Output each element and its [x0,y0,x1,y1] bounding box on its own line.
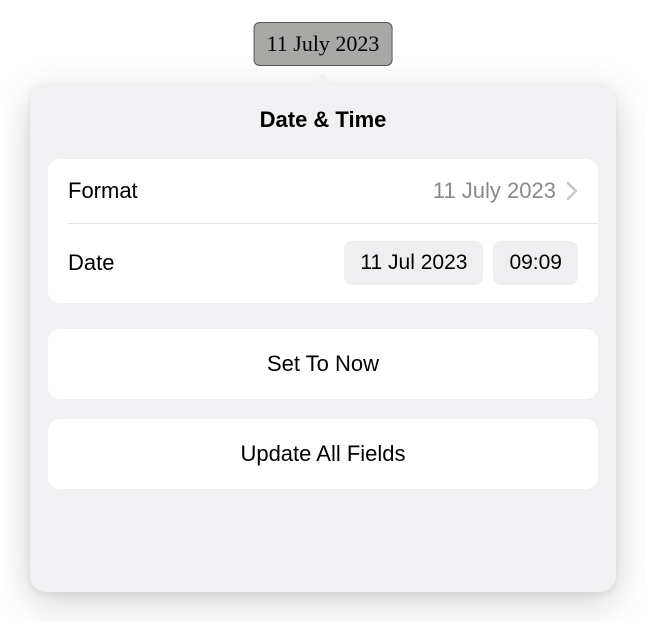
format-label: Format [68,178,433,204]
date-picker-button[interactable]: 11 Jul 2023 [344,241,483,285]
selected-date-badge[interactable]: 11 July 2023 [254,22,393,66]
set-to-now-button[interactable]: Set To Now [48,329,598,399]
popover-title: Date & Time [48,107,598,133]
date-label: Date [68,250,334,276]
update-all-card: Update All Fields [48,419,598,489]
chevron-right-icon [566,182,578,200]
date-row: Date 11 Jul 2023 09:09 [48,223,598,303]
settings-card: Format 11 July 2023 Date 11 Jul 2023 09:… [48,159,598,303]
time-picker-button[interactable]: 09:09 [493,241,578,285]
format-value: 11 July 2023 [433,178,556,204]
set-to-now-card: Set To Now [48,329,598,399]
format-row[interactable]: Format 11 July 2023 [48,159,598,223]
update-all-fields-button[interactable]: Update All Fields [48,419,598,489]
popover-arrow [311,73,335,87]
date-time-popover: Date & Time Format 11 July 2023 Date 11 … [30,85,616,592]
row-divider [68,223,598,224]
